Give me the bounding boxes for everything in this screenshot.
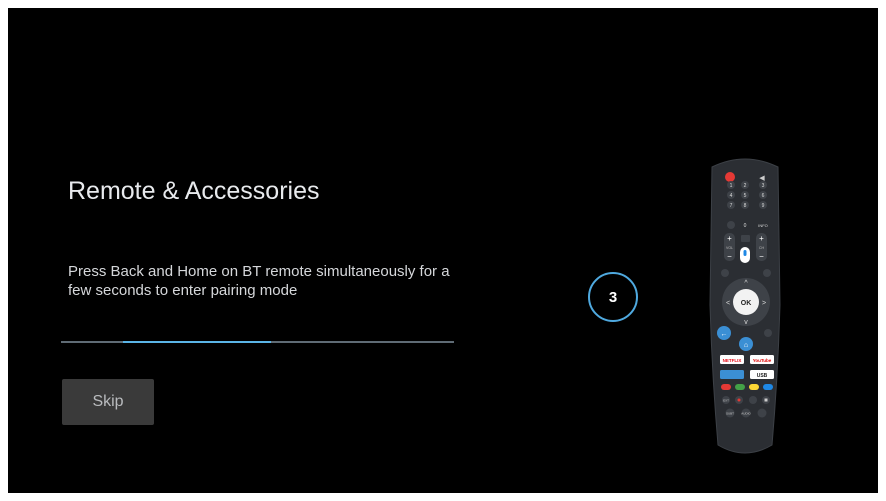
red-key — [721, 384, 731, 390]
svg-text:AUDIO: AUDIO — [741, 412, 751, 416]
ch-label: CH — [759, 246, 765, 250]
number-key-7: 7 — [730, 203, 733, 209]
dpad-right-icon: > — [762, 300, 766, 307]
skip-button[interactable]: Skip — [62, 379, 154, 425]
vol-label: VOL — [726, 246, 733, 250]
svg-text:NETFLIX: NETFLIX — [723, 358, 742, 363]
pairing-instructions: Press Back and Home on BT remote simulta… — [68, 263, 450, 299]
number-key-6: 6 — [762, 193, 765, 199]
profile-icon — [721, 269, 729, 277]
prime-video-button — [720, 370, 744, 379]
volume-down-icon: − — [727, 252, 732, 261]
page-title: Remote & Accessories — [68, 177, 320, 205]
number-key-9: 9 — [762, 203, 765, 209]
svg-text:SUBT: SUBT — [726, 412, 734, 416]
setup-screen: Remote & Accessories Press Back and Home… — [8, 8, 878, 493]
play-pause-icon — [749, 396, 757, 404]
number-key-1: 1 — [730, 183, 733, 189]
yellow-key — [749, 384, 759, 390]
blue-key — [763, 384, 773, 390]
svg-text:EXT: EXT — [723, 399, 729, 403]
number-key-8: 8 — [744, 203, 747, 209]
channel-down-icon: − — [759, 252, 764, 261]
key-0: 0 — [744, 223, 747, 229]
svg-text:⌂: ⌂ — [744, 342, 748, 349]
mic-icon — [743, 250, 747, 256]
dpad-down-icon: v — [744, 319, 748, 326]
mute-icon: ◀ — [759, 175, 765, 182]
svg-text:←: ← — [721, 331, 728, 338]
svg-text:USB: USB — [757, 373, 768, 379]
progress-fill — [123, 341, 271, 343]
number-key-2: 2 — [744, 183, 747, 189]
power-icon — [725, 172, 735, 182]
remote-control-illustration: ◀ 123456789 ☰ 0 INFO + VOL − + CH − OK ^… — [709, 158, 781, 454]
caption-icon — [757, 408, 767, 418]
svg-text:YouTube: YouTube — [753, 358, 772, 363]
info-key: INFO — [758, 223, 768, 228]
ok-label: OK — [741, 300, 752, 307]
dpad-left-icon: < — [726, 300, 730, 307]
progress-bar — [61, 341, 454, 343]
countdown-timer: 3 — [588, 272, 638, 322]
number-keypad: 1 2 3 4 5 6 7 8 9 — [727, 181, 767, 209]
volume-up-icon: + — [727, 234, 732, 243]
tv-icon — [764, 329, 772, 337]
number-key-4: 4 — [730, 193, 733, 199]
settings-icon — [763, 269, 771, 277]
number-key-3: 3 — [762, 183, 765, 189]
channel-up-icon: + — [759, 234, 764, 243]
number-key-5: 5 — [744, 193, 747, 199]
green-key — [735, 384, 745, 390]
input-icon — [741, 235, 750, 242]
